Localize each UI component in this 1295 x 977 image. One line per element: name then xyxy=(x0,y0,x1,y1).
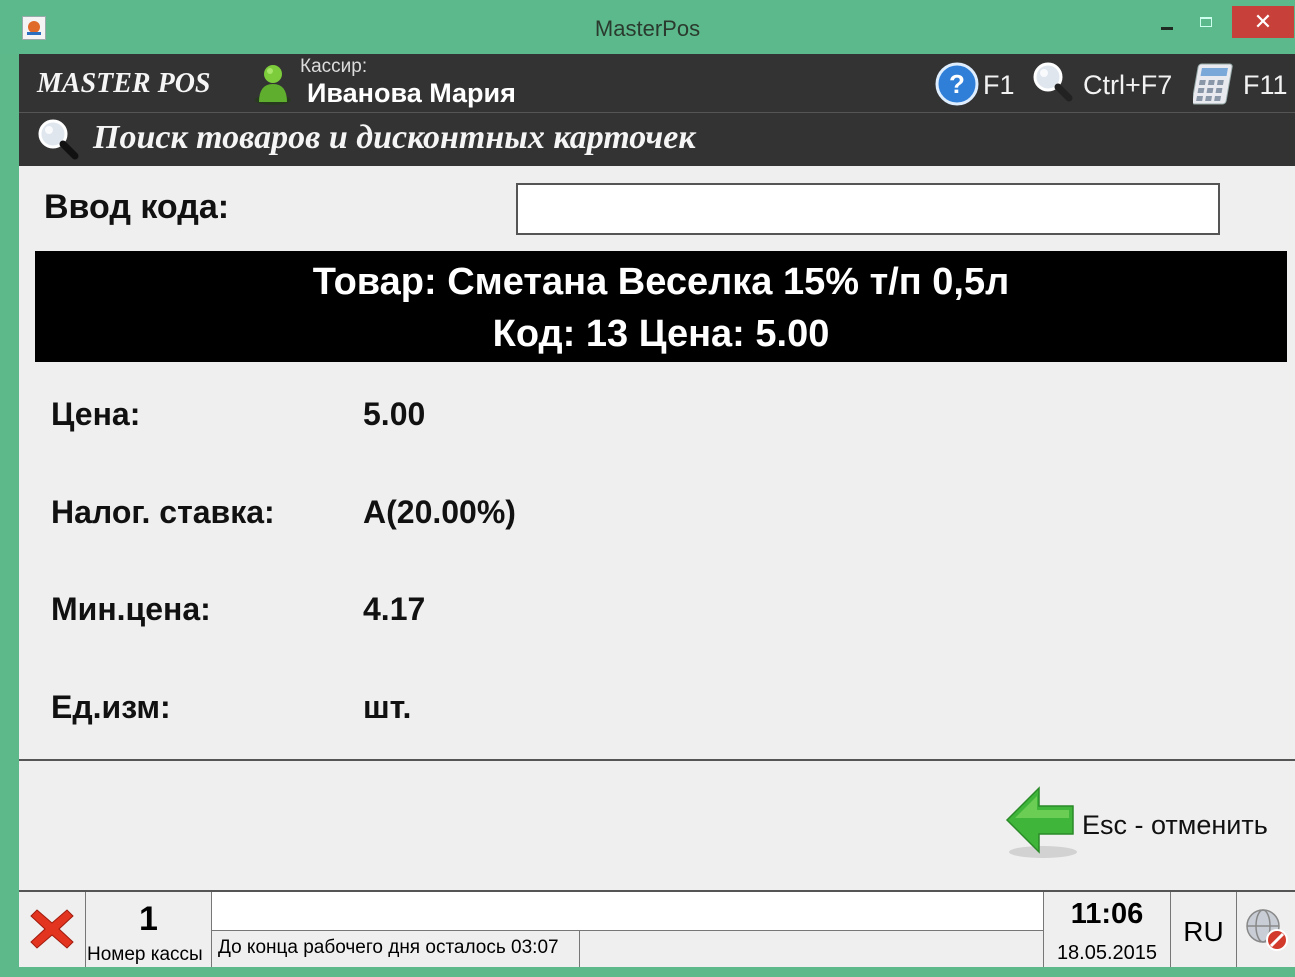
search-section-title: Поиск товаров и дисконтных карточек xyxy=(93,119,696,156)
network-status-button[interactable] xyxy=(1237,892,1295,967)
calculator-icon xyxy=(1193,63,1233,105)
status-message-cell: До конца рабочего дня осталось 03:07 xyxy=(212,892,1044,967)
title-bar[interactable]: MasterPos ✕ xyxy=(0,0,1295,54)
network-offline-icon xyxy=(1246,909,1288,951)
clock-cell: 11:06 18.05.2015 xyxy=(1044,892,1171,967)
price-value: 5.00 xyxy=(363,396,426,432)
search-section-header: Поиск товаров и дисконтных карточек xyxy=(19,112,1295,166)
cancel-button[interactable]: Esc - отменить xyxy=(1003,782,1293,862)
window-title: MasterPos xyxy=(594,16,701,41)
main-panel: MASTER POS Кассир: Иванова Мария ? F1 Ct… xyxy=(19,54,1295,967)
unit-label: Ед.изм: xyxy=(51,689,171,725)
help-f1-button[interactable]: ? F1 xyxy=(935,60,1019,106)
divider xyxy=(19,759,1295,761)
close-button[interactable]: ✕ xyxy=(1232,6,1294,38)
search-ctrl-f7-button[interactable]: Ctrl+F7 xyxy=(1031,60,1181,106)
tax-rate-value: A(20.00%) xyxy=(363,494,516,530)
search-hotkey-label: Ctrl+F7 xyxy=(1083,70,1173,100)
calculator-f11-button[interactable]: F11 xyxy=(1193,60,1295,106)
app-logo: MASTER POS xyxy=(37,68,211,99)
help-hotkey-label: F1 xyxy=(983,70,1015,100)
maximize-button[interactable] xyxy=(1190,6,1224,38)
workday-remaining-message: До конца рабочего дня осталось 03:07 xyxy=(212,931,580,967)
calculator-hotkey-label: F11 xyxy=(1243,70,1288,100)
product-banner: Товар: Сметана Веселка 15% т/п 0,5л Код:… xyxy=(35,251,1287,362)
language-code: RU xyxy=(1183,916,1224,947)
code-entry-input[interactable] xyxy=(516,183,1220,235)
status-bar: 1 Номер кассы До конца рабочего дня оста… xyxy=(19,890,1295,967)
cashier-label: Кассир: xyxy=(300,56,368,77)
price-label: Цена: xyxy=(51,396,141,432)
min-price-label: Мин.цена: xyxy=(51,591,211,627)
product-name: Товар: Сметана Веселка 15% т/п 0,5л xyxy=(312,261,1010,303)
close-red-x-icon xyxy=(30,909,74,949)
exit-button[interactable] xyxy=(19,892,86,967)
register-number: 1 xyxy=(139,900,158,938)
code-entry-label: Ввод кода: xyxy=(44,188,230,226)
cashier-name: Иванова Мария xyxy=(307,78,516,108)
product-code-price: Код: 13 Цена: 5.00 xyxy=(492,313,830,355)
search-icon xyxy=(38,119,79,160)
unit-value: шт. xyxy=(363,689,412,725)
min-price-value: 4.17 xyxy=(363,591,426,627)
help-icon: ? xyxy=(935,62,979,106)
language-indicator[interactable]: RU xyxy=(1171,892,1237,967)
clock-time: 11:06 xyxy=(1070,898,1144,930)
app-window: MasterPos ✕ MASTER POS Кассир: Иванова М… xyxy=(0,0,1295,977)
clock-date: 18.05.2015 xyxy=(1056,942,1158,964)
cashier-icon xyxy=(255,65,291,105)
svg-text:?: ? xyxy=(949,69,965,99)
register-number-cell: 1 Номер кассы xyxy=(86,892,212,967)
cancel-label: Esc - отменить xyxy=(1082,810,1268,840)
header-bar: MASTER POS Кассир: Иванова Мария ? F1 Ct… xyxy=(19,54,1295,112)
minimize-button[interactable] xyxy=(1150,6,1184,38)
status-info-field xyxy=(212,892,1043,931)
tax-rate-label: Налог. ставка: xyxy=(51,494,275,530)
back-arrow-icon xyxy=(1005,786,1077,858)
register-label: Номер кассы xyxy=(87,944,203,965)
search-icon xyxy=(1033,62,1073,102)
